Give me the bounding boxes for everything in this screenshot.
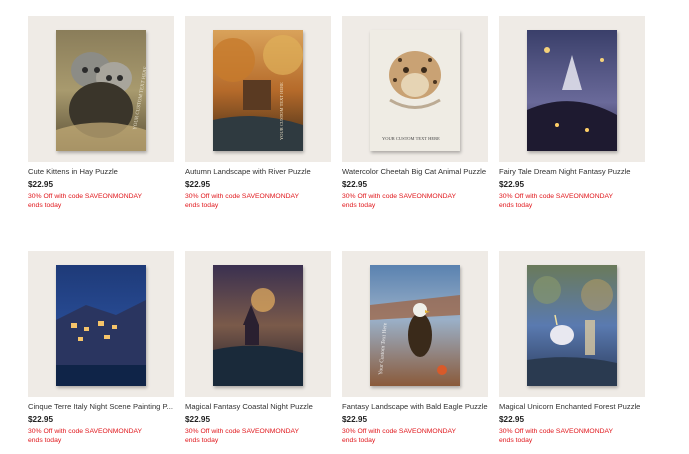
product-price: $22.95 <box>28 180 54 189</box>
product-price: $22.95 <box>28 415 54 424</box>
product-price: $22.95 <box>185 415 211 424</box>
promo-text: 30% Off with code SAVEONMONDAY <box>185 193 300 200</box>
product-image-kittens[interactable]: YOUR CUSTOM TEXT HERE <box>28 16 174 162</box>
product-title[interactable]: Cute Kittens in Hay Puzzle <box>28 167 174 177</box>
product-card-kittens[interactable]: YOUR CUSTOM TEXT HERE Cute Kittens in Ha… <box>28 16 174 211</box>
product-image-cheetah[interactable]: YOUR CUSTOM TEXT HERE <box>342 16 488 162</box>
product-title[interactable]: Cinque Terre Italy Night Scene Painting … <box>28 402 174 412</box>
cheetah-custom-text: YOUR CUSTOM TEXT HERE <box>382 136 440 141</box>
product-card-cinque-terre[interactable]: Cinque Terre Italy Night Scene Painting … <box>28 251 174 446</box>
product-title[interactable]: Watercolor Cheetah Big Cat Animal Puzzle <box>342 167 488 177</box>
product-image-fairytale[interactable] <box>499 16 645 162</box>
product-title[interactable]: Fairy Tale Dream Night Fantasy Puzzle <box>499 167 645 177</box>
product-card-autumn[interactable]: YOUR CUSTOM TEXT HERE Autumn Landscape w… <box>185 16 331 211</box>
product-title[interactable]: Magical Unicorn Enchanted Forest Puzzle <box>499 402 645 412</box>
puzzle-art-cheetah: YOUR CUSTOM TEXT HERE <box>370 30 460 151</box>
promo-text: 30% Off with code SAVEONMONDAY <box>28 428 143 435</box>
promo-ends: ends today <box>28 202 62 209</box>
puzzle-art-coastal-night <box>213 265 303 386</box>
promo-text: 30% Off with code SAVEONMONDAY <box>499 428 614 435</box>
product-card-fairytale[interactable]: Fairy Tale Dream Night Fantasy Puzzle $2… <box>499 16 645 211</box>
promo-text: 30% Off with code SAVEONMONDAY <box>185 428 300 435</box>
product-image-unicorn[interactable] <box>499 251 645 397</box>
product-image-autumn[interactable]: YOUR CUSTOM TEXT HERE <box>185 16 331 162</box>
product-price: $22.95 <box>499 415 525 424</box>
product-card-bald-eagle[interactable]: Your Custom Text Here Fantasy Landscape … <box>342 251 488 446</box>
product-image-bald-eagle[interactable]: Your Custom Text Here <box>342 251 488 397</box>
product-price: $22.95 <box>185 180 211 189</box>
product-price: $22.95 <box>499 180 525 189</box>
product-price: $22.95 <box>342 180 368 189</box>
autumn-custom-text: YOUR CUSTOM TEXT HERE <box>279 82 284 140</box>
product-card-coastal-night[interactable]: Magical Fantasy Coastal Night Puzzle $22… <box>185 251 331 446</box>
promo-text: 30% Off with code SAVEONMONDAY <box>28 193 143 200</box>
promo-text: 30% Off with code SAVEONMONDAY <box>342 428 457 435</box>
promo-ends: ends today <box>342 202 376 209</box>
promo-ends: ends today <box>499 202 533 209</box>
promo-ends: ends today <box>185 437 219 444</box>
product-title[interactable]: Magical Fantasy Coastal Night Puzzle <box>185 402 331 412</box>
promo-text: 30% Off with code SAVEONMONDAY <box>342 193 457 200</box>
product-title[interactable]: Autumn Landscape with River Puzzle <box>185 167 331 177</box>
product-image-coastal-night[interactable] <box>185 251 331 397</box>
puzzle-art-autumn: YOUR CUSTOM TEXT HERE <box>213 30 303 151</box>
puzzle-art-bald-eagle: Your Custom Text Here <box>370 265 460 386</box>
puzzle-art-kittens: YOUR CUSTOM TEXT HERE <box>56 30 146 151</box>
promo-ends: ends today <box>28 437 62 444</box>
product-card-unicorn[interactable]: Magical Unicorn Enchanted Forest Puzzle … <box>499 251 645 446</box>
product-card-cheetah[interactable]: YOUR CUSTOM TEXT HERE Watercolor Cheetah… <box>342 16 488 211</box>
promo-ends: ends today <box>185 202 219 209</box>
puzzle-art-fairytale <box>527 30 617 151</box>
promo-ends: ends today <box>499 437 533 444</box>
promo-text: 30% Off with code SAVEONMONDAY <box>499 193 614 200</box>
puzzle-art-cinque-terre <box>56 265 146 386</box>
puzzle-art-unicorn <box>527 265 617 386</box>
product-image-cinque-terre[interactable] <box>28 251 174 397</box>
product-price: $22.95 <box>342 415 368 424</box>
promo-ends: ends today <box>342 437 376 444</box>
product-title[interactable]: Fantasy Landscape with Bald Eagle Puzzle <box>342 402 488 412</box>
